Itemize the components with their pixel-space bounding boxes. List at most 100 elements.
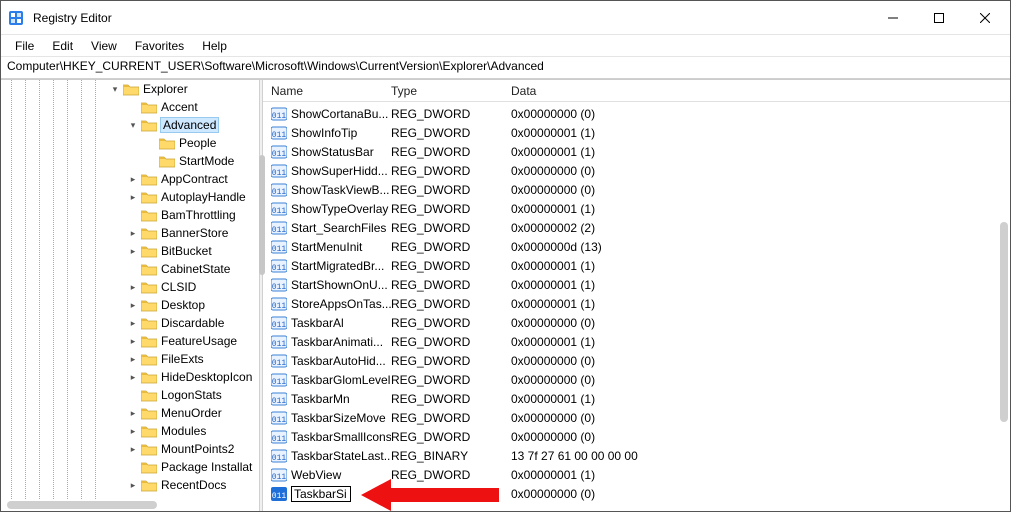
value-row[interactable]: TaskbarGlomLevelREG_DWORD0x00000000 (0) (263, 370, 1010, 389)
address-bar[interactable]: Computer\HKEY_CURRENT_USER\Software\Micr… (1, 57, 1010, 79)
value-type: REG_DWORD (391, 278, 511, 292)
tree-node-mountpoints2[interactable]: ▸MountPoints2 (1, 440, 259, 458)
value-row[interactable]: Start_SearchFilesREG_DWORD0x00000002 (2) (263, 218, 1010, 237)
value-data: 0x00000001 (1) (511, 145, 1010, 159)
list-pane[interactable]: Name Type Data ShowCortanaBu...REG_DWORD… (263, 80, 1010, 511)
value-type: REG_DWORD (391, 126, 511, 140)
value-name: TaskbarAutoHid... (291, 354, 391, 368)
value-data: 0x00000000 (0) (511, 487, 1010, 501)
value-row[interactable]: TaskbarSmallIconsREG_DWORD0x00000000 (0) (263, 427, 1010, 446)
tree-node-recentdocs[interactable]: ▸RecentDocs (1, 476, 259, 494)
maximize-button[interactable] (916, 1, 962, 34)
reg-value-icon: 011 (271, 486, 287, 502)
value-row[interactable]: TaskbarAutoHid...REG_DWORD0x00000000 (0) (263, 351, 1010, 370)
chevron-right-icon[interactable]: ▸ (127, 443, 139, 455)
menu-help[interactable]: Help (194, 37, 235, 55)
tree-node-bannerstore[interactable]: ▸ BannerStore (1, 224, 259, 242)
tree-scrollbar[interactable] (3, 501, 257, 509)
tree-node-clsid[interactable]: ▸CLSID (1, 278, 259, 296)
value-row[interactable]: ShowSuperHidd...REG_DWORD0x00000000 (0) (263, 161, 1010, 180)
value-name: ShowTaskViewB... (291, 183, 391, 197)
reg-value-icon (271, 258, 287, 274)
chevron-right-icon[interactable]: ▸ (127, 425, 139, 437)
tree-node-packageinstall[interactable]: Package Installat (1, 458, 259, 476)
chevron-right-icon[interactable]: ▸ (127, 299, 139, 311)
col-type[interactable]: Type (391, 84, 511, 98)
value-name: StartMigratedBr... (291, 259, 391, 273)
value-data: 0x00000000 (0) (511, 316, 1010, 330)
tree-node-advanced[interactable]: ▾Advanced (1, 116, 259, 134)
value-row[interactable]: StoreAppsOnTas...REG_DWORD0x00000001 (1) (263, 294, 1010, 313)
tree-node-explorer[interactable]: ▾Explorer (1, 80, 259, 98)
chevron-right-icon[interactable]: ▸ (127, 407, 139, 419)
tree-label: FeatureUsage (161, 334, 237, 348)
value-row[interactable]: ShowTaskViewB...REG_DWORD0x00000000 (0) (263, 180, 1010, 199)
tree-node-bitbucket[interactable]: ▸BitBucket (1, 242, 259, 260)
tree-node-autoplay[interactable]: ▸ AutoplayHandle (1, 188, 259, 206)
chevron-right-icon[interactable]: ▸ (127, 353, 139, 365)
chevron-right-icon[interactable]: ▸ (127, 371, 139, 383)
chevron-right-icon[interactable]: ▸ (127, 281, 139, 293)
tree-node-cabinetstate[interactable]: CabinetState (1, 260, 259, 278)
value-row[interactable]: ShowTypeOverlayREG_DWORD0x00000001 (1) (263, 199, 1010, 218)
tree-label: Discardable (161, 316, 224, 330)
value-row[interactable]: TaskbarAnimati...REG_DWORD0x00000001 (1) (263, 332, 1010, 351)
chevron-right-icon[interactable]: ▸ (127, 335, 139, 347)
value-row[interactable]: StartMenuInitREG_DWORD0x0000000d (13) (263, 237, 1010, 256)
col-name[interactable]: Name (271, 84, 391, 98)
value-row[interactable]: ShowStatusBarREG_DWORD0x00000001 (1) (263, 142, 1010, 161)
value-data: 0x00000001 (1) (511, 126, 1010, 140)
minimize-button[interactable] (870, 1, 916, 34)
value-row[interactable]: TaskbarStateLast...REG_BINARY13 7f 27 61… (263, 446, 1010, 465)
tree-node-logonstats[interactable]: LogonStats (1, 386, 259, 404)
tree-label: BannerStore (161, 226, 228, 240)
value-name-input[interactable] (291, 486, 351, 502)
tree-node-startmode[interactable]: StartMode (1, 152, 259, 170)
reg-value-icon (271, 277, 287, 293)
folder-icon (141, 100, 157, 114)
tree-node-desktop[interactable]: ▸Desktop (1, 296, 259, 314)
tree-node-fileexts[interactable]: ▸FileExts (1, 350, 259, 368)
chevron-right-icon[interactable]: ▸ (127, 173, 139, 185)
tree-node-hidedesktop[interactable]: ▸ HideDesktopIcon (1, 368, 259, 386)
value-row[interactable]: TaskbarSizeMoveREG_DWORD0x00000000 (0) (263, 408, 1010, 427)
tree-label: Accent (161, 100, 198, 114)
chevron-right-icon[interactable]: ▸ (127, 317, 139, 329)
chevron-right-icon[interactable]: ▸ (127, 191, 139, 203)
tree-node-featureusage[interactable]: ▸ FeatureUsage (1, 332, 259, 350)
chevron-right-icon[interactable]: ▸ (127, 245, 139, 257)
list-scrollbar[interactable] (1000, 82, 1008, 509)
tree-node-appcontract[interactable]: ▸AppContract (1, 170, 259, 188)
value-row[interactable]: TaskbarAlREG_DWORD0x00000000 (0) (263, 313, 1010, 332)
tree-node-modules[interactable]: ▸Modules (1, 422, 259, 440)
list-header: Name Type Data (263, 80, 1010, 102)
tree-label: HideDesktopIcon (161, 370, 252, 384)
value-row[interactable]: TaskbarMnREG_DWORD0x00000001 (1) (263, 389, 1010, 408)
chevron-right-icon[interactable]: ▸ (127, 227, 139, 239)
value-row[interactable]: ShowCortanaBu...REG_DWORD0x00000000 (0) (263, 104, 1010, 123)
value-row[interactable]: StartMigratedBr...REG_DWORD0x00000001 (1… (263, 256, 1010, 275)
tree-node-discardable[interactable]: ▸ Discardable (1, 314, 259, 332)
chevron-down-icon[interactable]: ▾ (109, 83, 121, 95)
tree-node-people[interactable]: People (1, 134, 259, 152)
value-row[interactable]: WebViewREG_DWORD0x00000001 (1) (263, 465, 1010, 484)
folder-icon (141, 406, 157, 420)
tree-node-accent[interactable]: Accent (1, 98, 259, 116)
menu-file[interactable]: File (7, 37, 42, 55)
value-row[interactable]: ShowInfoTipREG_DWORD0x00000001 (1) (263, 123, 1010, 142)
tree-pane[interactable]: ▾ExplorerAccent▾AdvancedPeopleStartMode▸… (1, 80, 259, 511)
tree-node-bamthrottling[interactable]: BamThrottling (1, 206, 259, 224)
menu-edit[interactable]: Edit (44, 37, 81, 55)
tree-label: AutoplayHandle (161, 190, 246, 204)
col-data[interactable]: Data (511, 84, 1010, 98)
menu-favorites[interactable]: Favorites (127, 37, 192, 55)
chevron-right-icon[interactable]: ▸ (127, 479, 139, 491)
tree-node-menuorder[interactable]: ▸MenuOrder (1, 404, 259, 422)
value-row-editing[interactable]: 011REG_DWORD0x00000000 (0) (263, 484, 1010, 503)
chevron-down-icon[interactable]: ▾ (127, 119, 139, 131)
tree-label: CabinetState (161, 262, 230, 276)
value-row[interactable]: StartShownOnU...REG_DWORD0x00000001 (1) (263, 275, 1010, 294)
close-button[interactable] (962, 1, 1008, 34)
menu-view[interactable]: View (83, 37, 125, 55)
folder-icon (141, 316, 157, 330)
